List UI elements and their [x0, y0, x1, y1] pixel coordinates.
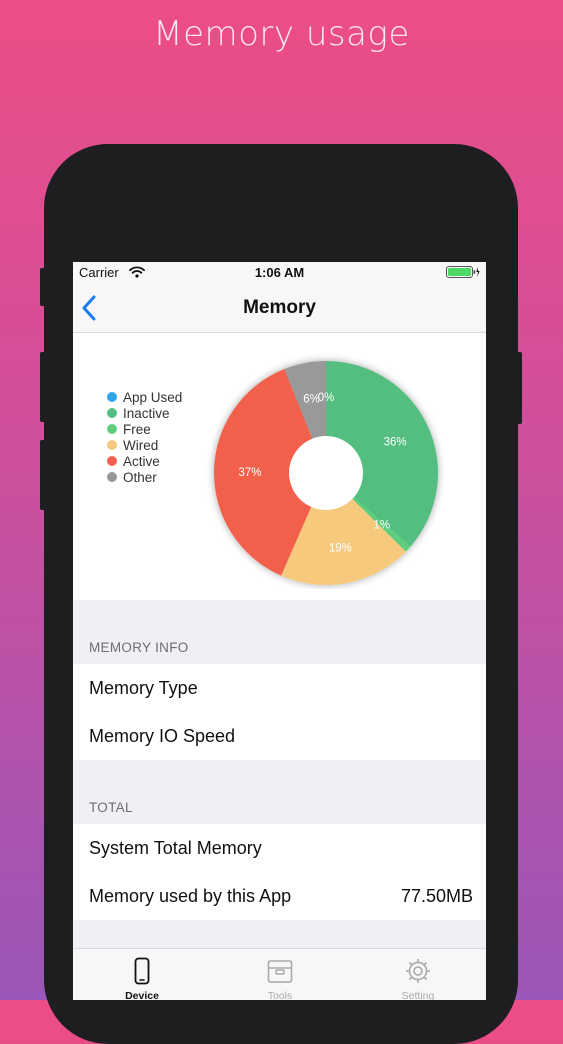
legend-label: Free — [123, 421, 151, 437]
row-system-total-memory[interactable]: System Total Memory — [73, 824, 486, 872]
legend-item: Active — [107, 453, 182, 469]
legend-item: App Used — [107, 389, 182, 405]
legend-item: Inactive — [107, 405, 182, 421]
phone-screen: Carrier 1:06 AM Memory App Used Inactive F… — [73, 262, 486, 1000]
page-title: Memory — [243, 297, 316, 318]
pie-value-label: 0% — [318, 392, 335, 404]
legend-label: Inactive — [123, 405, 170, 421]
gear-icon — [406, 959, 430, 983]
legend-label: App Used — [123, 389, 183, 405]
status-time: 1:06 AM — [254, 265, 305, 280]
row-label: Memory used by this App — [89, 886, 292, 906]
phone-volume-up-button — [40, 352, 45, 422]
phone-icon — [134, 957, 150, 985]
legend-label: Wired — [123, 437, 159, 453]
pie-value-label: 6% — [303, 393, 320, 405]
box-icon — [267, 960, 293, 983]
row-label: Memory IO Speed — [89, 726, 236, 746]
legend-item: Wired — [107, 437, 182, 453]
legend-label: Other — [123, 469, 157, 485]
row-memory-used-by-app[interactable]: Memory used by this App 77.50MB — [73, 872, 486, 920]
legend-swatch — [107, 408, 117, 418]
pie-center-hole — [289, 436, 363, 510]
promo-title: Memory usage — [153, 14, 410, 54]
tab-label: Device — [125, 990, 159, 1000]
legend-item: Other — [107, 469, 182, 485]
phone-volume-down-button — [40, 440, 45, 510]
row-value: 77.50MB — [400, 886, 473, 906]
legend-swatch — [107, 424, 117, 434]
tab-tools[interactable]: Tools — [211, 949, 349, 1000]
tab-label: Setting — [401, 990, 435, 1000]
tab-label: Tools — [267, 990, 293, 1000]
legend-swatch — [107, 472, 117, 482]
pie-value-label: 37% — [238, 467, 261, 479]
section-header-total: TOTAL — [89, 800, 133, 815]
phone-power-button — [517, 352, 522, 424]
chart-legend: App Used Inactive Free Wired Active Other — [107, 389, 182, 485]
pie-value-label: 36% — [384, 436, 407, 448]
pie-value-label: 1% — [373, 520, 390, 532]
legend-item: Free — [107, 421, 182, 437]
tab-device[interactable]: Device — [73, 949, 211, 1000]
memory-chart-card: App Used Inactive Free Wired Active Other 0% 3… — [73, 333, 486, 600]
legend-swatch — [107, 456, 117, 466]
section-header-memory-info: MEMORY INFO — [89, 640, 189, 655]
memory-pie-chart: 0% 36% 1% 19% 37% 6% — [214, 360, 438, 585]
row-label: Memory Type — [89, 678, 198, 698]
legend-swatch — [107, 392, 117, 402]
battery-icon — [446, 266, 480, 278]
tab-setting[interactable]: Setting — [349, 949, 486, 1000]
phone-mute-switch — [40, 268, 45, 306]
legend-swatch — [107, 440, 117, 450]
tab-bar: Device Tools Setting — [73, 948, 486, 1000]
row-memory-io-speed[interactable]: Memory IO Speed — [73, 712, 486, 760]
status-bar: Carrier 1:06 AM — [73, 262, 486, 284]
legend-label: Active — [123, 453, 160, 469]
navigation-bar: Memory — [73, 284, 486, 333]
row-memory-type[interactable]: Memory Type — [73, 664, 486, 712]
pie-value-label: 19% — [329, 543, 352, 555]
row-label: System Total Memory — [89, 838, 262, 858]
